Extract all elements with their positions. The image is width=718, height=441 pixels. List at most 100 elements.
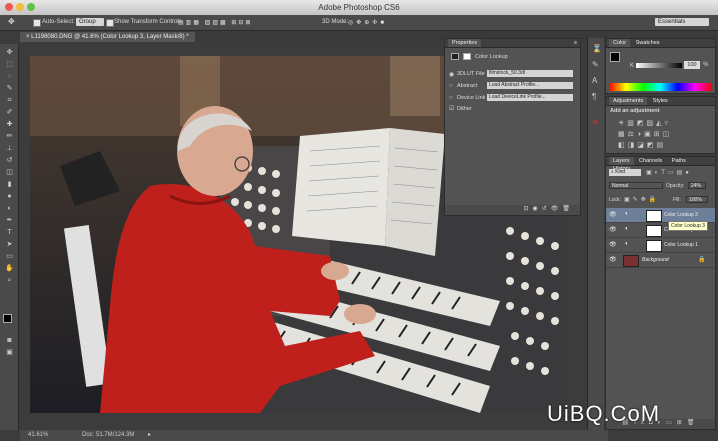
3dlut-label: 3DLUT File [457,71,485,77]
layer-row-background[interactable]: 👁 Background 🔒 [606,253,715,268]
crop-tool[interactable]: ⌗ [4,96,15,105]
eyedropper-tool[interactable]: ✐ [4,108,15,117]
adjustment-layer-icon: ◐ [625,226,629,232]
close-panel-icon[interactable]: ✕ [592,118,599,127]
view-previous-icon[interactable]: ◉ [532,206,541,212]
foreground-color-swatch[interactable] [610,52,620,62]
adjustment-icons-row-3[interactable]: ◧◨◪◩▤ [618,141,666,149]
auto-select-checkbox[interactable] [33,19,41,27]
layer-filter-kind-value: Kind [615,169,626,175]
history-brush-tool[interactable]: ↺ [4,156,15,165]
marquee-tool[interactable]: ⬚ [4,60,15,69]
layer-mask-icon[interactable] [463,53,471,60]
lasso-tool[interactable]: ◌ [4,72,15,81]
layer-filter-kind-dropdown[interactable]: ⌕ Kind [609,169,641,176]
device-link-radio[interactable]: ○ [449,95,453,101]
tab-properties[interactable]: Properties [448,39,482,47]
visibility-eye-icon[interactable]: 👁 [609,226,617,233]
clone-stamp-tool[interactable]: ⊥ [4,144,15,153]
visibility-eye-icon[interactable]: 👁 [609,256,617,263]
history-panel-icon[interactable]: ⌛ [592,44,602,53]
zoom-window-button[interactable] [27,3,35,11]
tab-styles[interactable]: Styles [649,97,672,105]
opacity-input[interactable]: 24% [688,182,706,189]
3d-mode-icons[interactable]: ◎✥⊕✣■ [348,19,387,26]
tab-color[interactable]: Color [609,39,631,47]
auto-select-dropdown[interactable]: Group [76,18,104,26]
brush-tool[interactable]: ✏ [4,132,15,141]
move-tool[interactable]: ✥ [4,48,15,57]
status-arrow-icon[interactable]: ▸ [148,431,151,438]
path-select-tool[interactable]: ➤ [4,240,15,249]
layer-mask-thumbnail[interactable] [646,210,662,222]
close-window-button[interactable] [5,3,13,11]
delete-layer-icon[interactable]: 🗑 [687,420,700,426]
shape-tool[interactable]: ▭ [4,252,15,261]
layer-filter-icons[interactable]: ▣◐T▭▤● [646,169,692,176]
hand-tool[interactable]: ✋ [4,264,15,273]
visibility-eye-icon[interactable]: 👁 [609,241,617,248]
layer-row-color-lookup-1[interactable]: 👁 ◐ Color Lookup 1 [606,238,715,253]
fill-input[interactable]: 100% [686,196,708,203]
tab-channels[interactable]: Channels [635,157,666,165]
tab-paths[interactable]: Paths [668,157,690,165]
move-tool-icon[interactable]: ✥ [8,17,15,26]
k-slider[interactable] [636,63,682,68]
adjustments-panel-header: Adjustments Styles [606,97,715,106]
tab-layers[interactable]: Layers [609,157,634,165]
quick-select-tool[interactable]: ✎ [4,84,15,93]
lock-label: Lock: [609,197,621,203]
delete-icon[interactable]: 🗑 [562,206,574,212]
zoom-tool[interactable]: ⌕ [4,276,15,285]
layers-panel-header: Layers Channels Paths History [606,157,715,172]
workspace-dropdown[interactable]: Essentials [655,18,709,26]
k-label: K [630,63,635,69]
zoom-level[interactable]: 41.61% [28,432,48,438]
new-group-icon[interactable]: ▭ [666,420,677,426]
lock-icons[interactable]: ▣✎✥🔒 [624,196,659,203]
3dlut-file-dropdown[interactable]: filmstock_50.3dl [487,70,573,77]
align-icons[interactable]: ▤▥▦ ▧▨▩ ⊞⊟⊠ [178,19,252,26]
minimize-window-button[interactable] [16,3,24,11]
color-spectrum-ramp[interactable] [609,83,712,91]
document-tab[interactable]: × L1198080.DNG @ 41.6% (Color Lookup 3, … [20,32,195,42]
tab-swatches[interactable]: Swatches [632,39,664,47]
3dlut-radio[interactable]: ◉ [449,71,454,78]
layers-panel: Layers Channels Paths History ⌕ Kind ▣◐T… [605,156,716,430]
options-bar: ✥ Auto-Select: Group Show Transform Cont… [0,15,718,31]
pen-tool[interactable]: ✒ [4,216,15,225]
type-tool[interactable]: T [4,228,15,237]
blur-tool[interactable]: ● [4,192,15,201]
device-link-dropdown[interactable]: Load DeviceLink Profile... [487,94,573,101]
dodge-tool[interactable]: ◐ [4,204,15,213]
show-transform-checkbox[interactable] [106,19,114,27]
device-link-label: Device Link [457,95,486,101]
gradient-tool[interactable]: ▮ [4,180,15,189]
brush-panel-icon[interactable]: ✎ [592,60,599,69]
properties-type-label: Color Lookup [475,54,508,60]
quick-mask-icon[interactable]: ◙ [4,336,15,345]
eraser-tool[interactable]: ◫ [4,168,15,177]
healing-brush-tool[interactable]: ✚ [4,120,15,129]
abstract-radio[interactable]: ○ [449,83,453,89]
abstract-profile-dropdown[interactable]: Load Abstract Profile... [487,82,573,89]
adjustment-icons-row-1[interactable]: ☀▥◩▨◭▿ [618,119,671,127]
layer-name: Color Lookup 3 [664,212,698,218]
layer-mask-thumbnail[interactable] [646,240,662,252]
visibility-icon[interactable]: 👁 [551,206,563,212]
dither-checkbox[interactable]: ☑ [449,105,454,112]
k-value-input[interactable]: 100 [684,61,700,69]
reset-icon[interactable]: ↺ [542,206,551,212]
layer-name: Background [642,257,669,263]
paragraph-panel-icon[interactable]: ¶ [592,92,596,101]
character-panel-icon[interactable]: A [592,76,597,85]
foreground-color-swatch[interactable] [3,314,12,323]
adjustment-icons-row-2[interactable]: ▦⚖◑▣⊞◫ [618,130,672,138]
new-layer-icon[interactable]: ⊞ [677,420,687,426]
tab-adjustments[interactable]: Adjustments [609,97,648,105]
screen-mode-icon[interactable]: ▣ [4,348,15,357]
blend-mode-dropdown[interactable]: Normal [609,182,663,189]
visibility-eye-icon[interactable]: 👁 [609,211,617,218]
panel-menu-icon[interactable]: ≡ [574,39,580,47]
layer-mask-thumbnail[interactable] [646,225,662,237]
